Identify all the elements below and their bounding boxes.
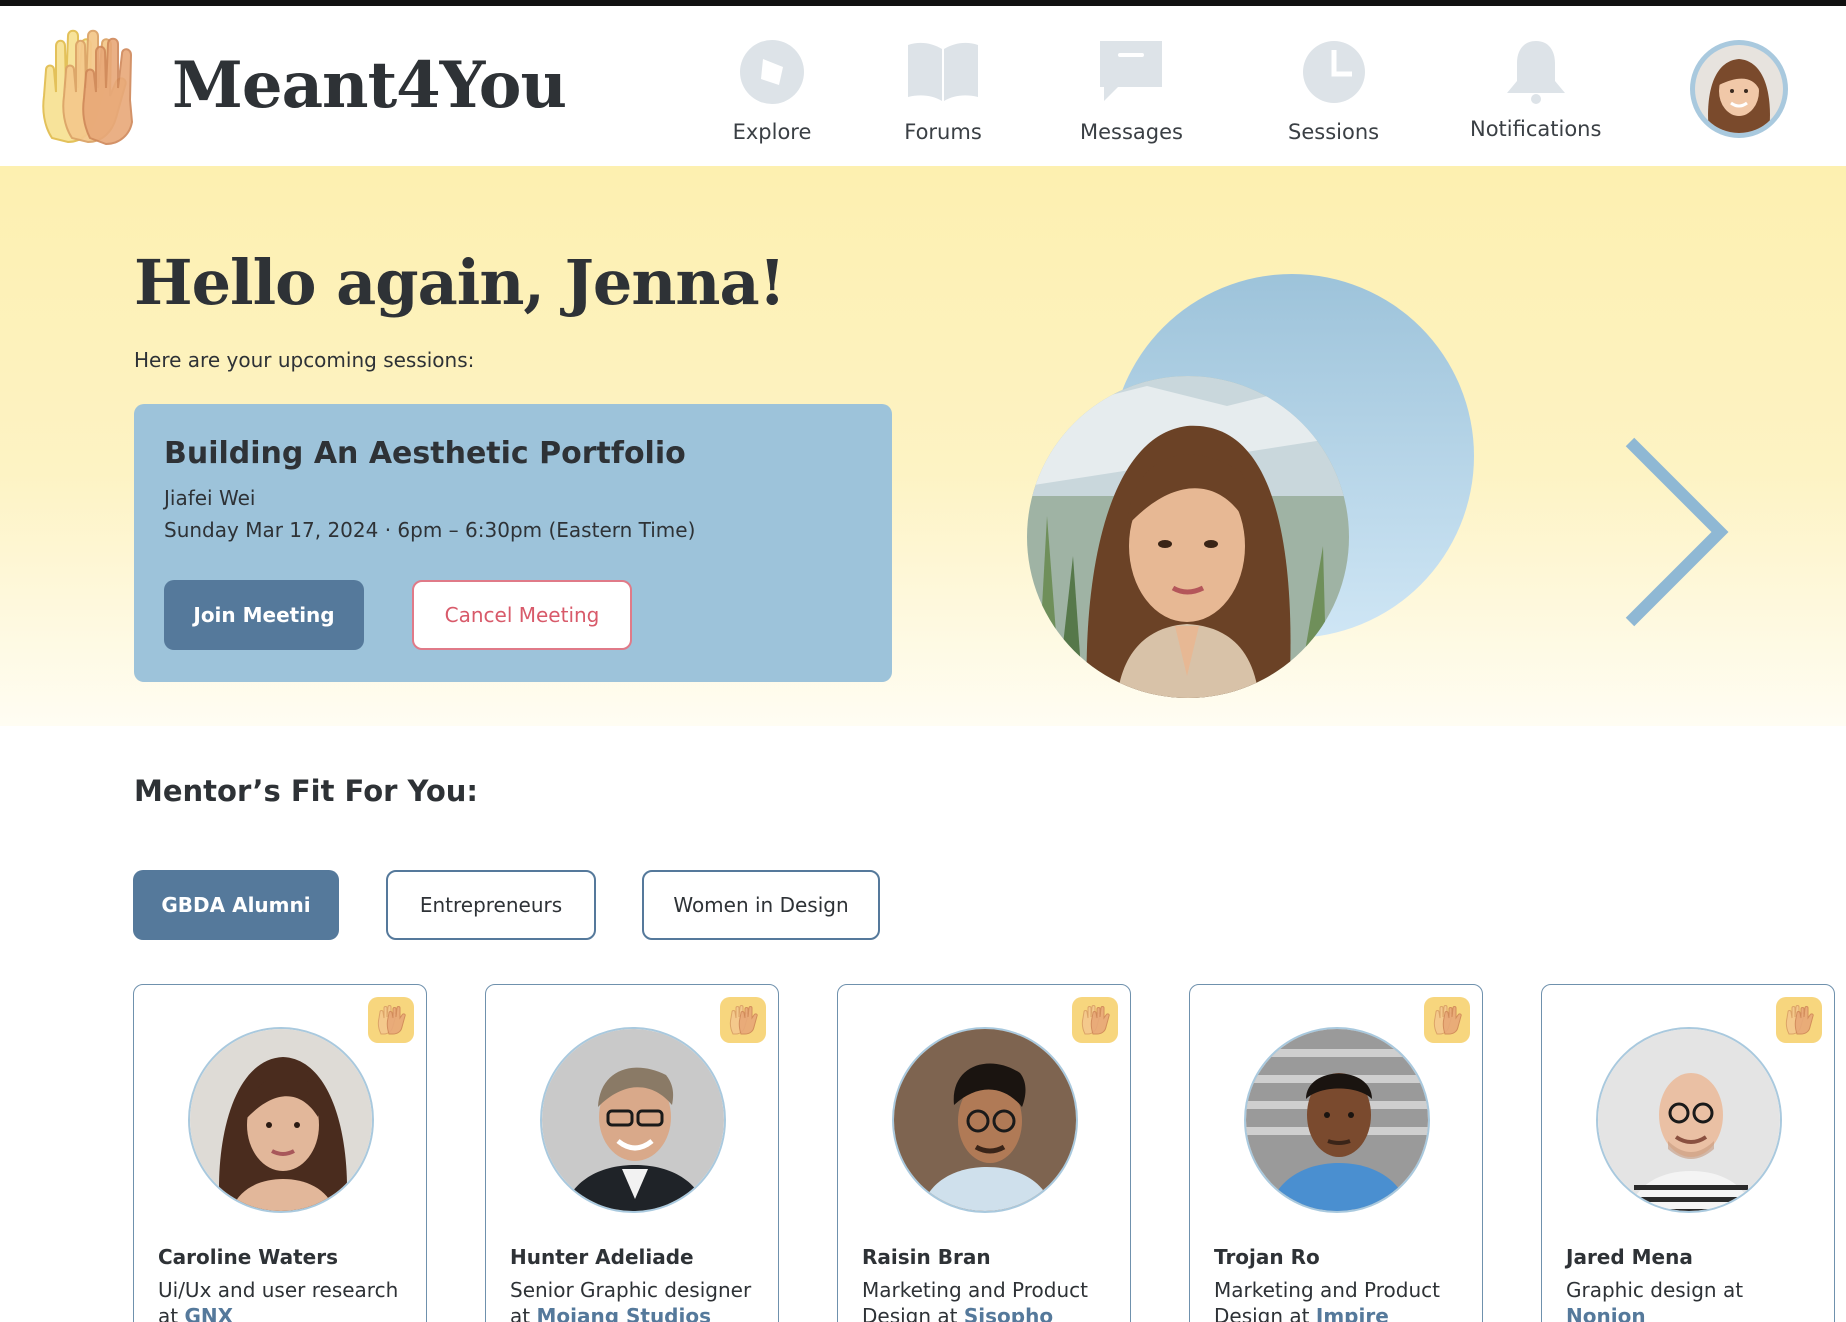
cancel-meeting-button[interactable]: Cancel Meeting <box>412 580 632 650</box>
message-icon <box>1091 32 1171 112</box>
mentor-company-link[interactable]: Impire <box>1316 1304 1389 1322</box>
mentor-card-raisin-bran[interactable]: Raisin Bran Marketing and Product Design… <box>837 984 1131 1322</box>
hero-section: Hello again, Jenna! Here are your upcomi… <box>0 166 1846 726</box>
hands-badge-icon <box>1776 997 1822 1043</box>
nav-forums[interactable]: Forums <box>903 32 983 144</box>
session-title: Building An Aesthetic Portfolio <box>164 436 686 471</box>
nav-forums-label: Forums <box>904 120 982 144</box>
mentor-role: Graphic design at Nonion <box>1566 1277 1826 1322</box>
hands-badge-icon <box>368 997 414 1043</box>
mentor-name: Jared Mena <box>1566 1245 1693 1269</box>
mentor-photo <box>1244 1027 1430 1213</box>
mentor-photo <box>540 1027 726 1213</box>
mentors-section-title: Mentor’s Fit For You: <box>134 774 479 808</box>
filter-gbda-alumni[interactable]: GBDA Alumni <box>133 870 339 940</box>
upcoming-sessions-label: Here are your upcoming sessions: <box>134 348 475 372</box>
mentor-card-hunter-adeliade[interactable]: Hunter Adeliade Senior Graphic designer … <box>485 984 779 1322</box>
nav-notifications-label: Notifications <box>1470 117 1602 141</box>
hands-badge-icon <box>1072 997 1118 1043</box>
mentor-company-link[interactable]: Mojang Studios <box>536 1304 711 1322</box>
nav-messages[interactable]: Messages <box>1080 32 1183 144</box>
nav-sessions-label: Sessions <box>1288 120 1380 144</box>
hands-badge-icon <box>720 997 766 1043</box>
mentor-name: Raisin Bran <box>862 1245 991 1269</box>
mentor-name: Caroline Waters <box>158 1245 338 1269</box>
book-icon <box>903 32 983 112</box>
clock-icon <box>1294 32 1374 112</box>
mentor-card-caroline-waters[interactable]: Caroline Waters Ui/Ux and user research … <box>133 984 427 1322</box>
user-avatar[interactable] <box>1690 40 1788 138</box>
mentor-name: Trojan Ro <box>1214 1245 1320 1269</box>
upcoming-session-card[interactable]: Building An Aesthetic Portfolio Jiafei W… <box>134 404 892 682</box>
mentor-card-jared-mena[interactable]: Jared Mena Graphic design at Nonion <box>1541 984 1835 1322</box>
nav-sessions[interactable]: Sessions <box>1288 32 1379 144</box>
hands-logo-icon[interactable] <box>38 26 138 150</box>
hands-badge-icon <box>1424 997 1470 1043</box>
top-navigation-bar: Meant4You Explore Forums Messages Sessio… <box>0 6 1846 166</box>
session-mentor-name: Jiafei Wei <box>164 486 256 510</box>
nav-notifications[interactable]: Notifications <box>1470 32 1601 141</box>
bell-icon <box>1496 32 1576 112</box>
session-datetime: Sunday Mar 17, 2024 · 6pm – 6:30pm (East… <box>164 518 696 542</box>
app-brand-name[interactable]: Meant4You <box>172 48 567 123</box>
greeting-heading: Hello again, Jenna! <box>134 246 786 319</box>
session-mentor-photo <box>1027 376 1349 698</box>
mentor-role: Marketing and Product Design at Impire <box>1214 1277 1474 1322</box>
mentor-company-link[interactable]: Sisopho <box>964 1304 1053 1322</box>
mentor-role: Marketing and Product Design at Sisopho <box>862 1277 1122 1322</box>
mentor-company-link[interactable]: GNX <box>184 1304 233 1322</box>
nav-explore[interactable]: Explore <box>732 32 812 144</box>
mentor-photo <box>1596 1027 1782 1213</box>
filter-women-in-design[interactable]: Women in Design <box>642 870 880 940</box>
mentor-card-trojan-ro[interactable]: Trojan Ro Marketing and Product Design a… <box>1189 984 1483 1322</box>
mentor-photo <box>892 1027 1078 1213</box>
mentor-name: Hunter Adeliade <box>510 1245 694 1269</box>
filter-entrepreneurs[interactable]: Entrepreneurs <box>386 870 596 940</box>
chevron-right-icon[interactable] <box>1620 432 1730 632</box>
compass-icon <box>732 32 812 112</box>
mentor-company-link[interactable]: Nonion <box>1566 1304 1646 1322</box>
mentor-photo <box>188 1027 374 1213</box>
nav-messages-label: Messages <box>1080 120 1183 144</box>
join-meeting-button[interactable]: Join Meeting <box>164 580 364 650</box>
nav-explore-label: Explore <box>732 120 812 144</box>
mentor-role: Senior Graphic designer at Mojang Studio… <box>510 1277 770 1322</box>
mentor-role: Ui/Ux and user research at GNX <box>158 1277 418 1322</box>
